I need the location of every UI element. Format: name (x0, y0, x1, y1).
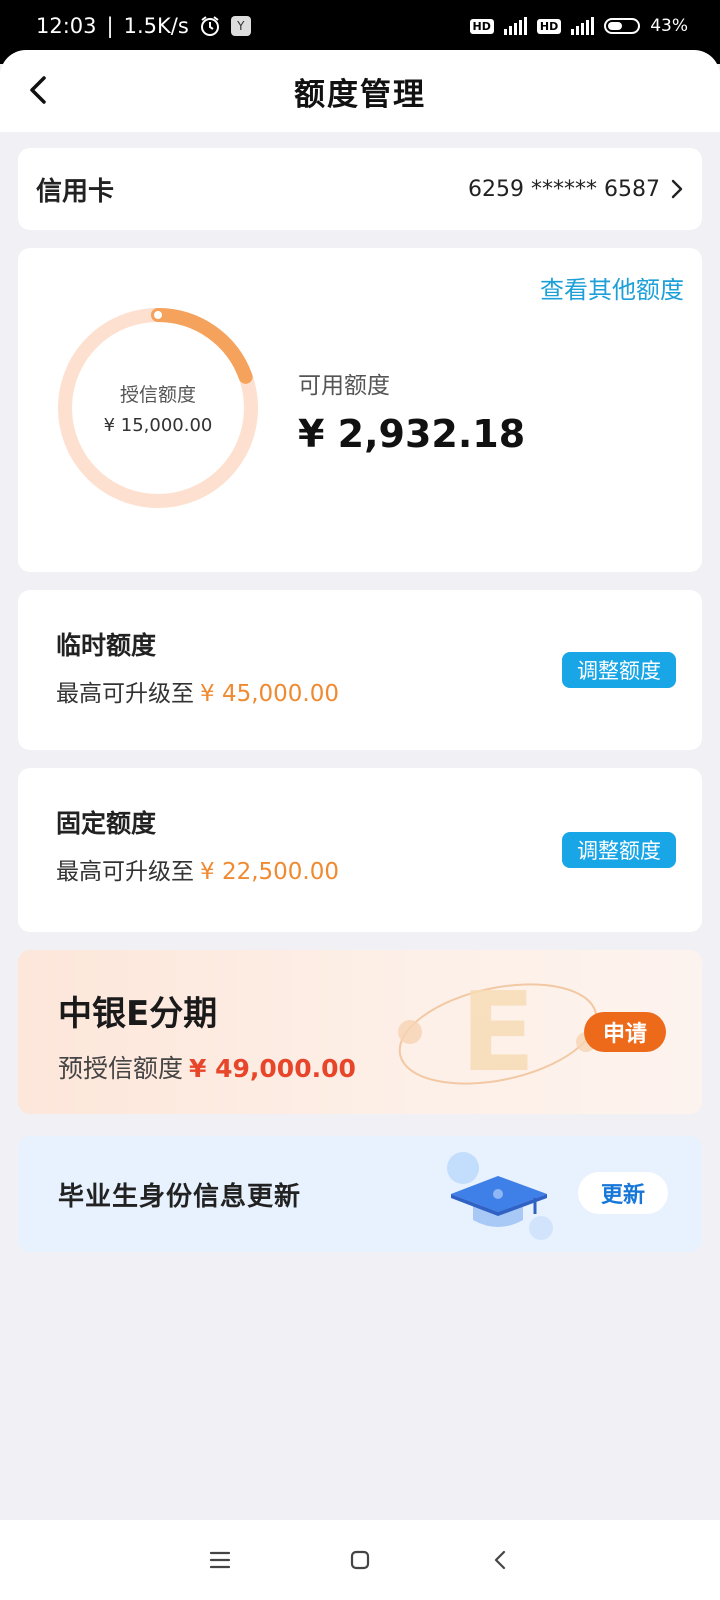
app-notification-icon: Y (230, 16, 251, 36)
hd-icon: HD (469, 18, 494, 34)
credit-limit-label: 授信额度 (119, 384, 196, 406)
quota-summary-card: 查看其他额度 授信额度 ¥ 15,000.00 可用额度 ¥ 2,932.18 (18, 248, 702, 572)
page-title: 额度管理 (294, 76, 426, 113)
ring-center: 授信额度 ¥ 15,000.00 (53, 303, 263, 513)
signal-4g-icon (571, 17, 595, 35)
alarm-icon (199, 15, 221, 37)
fixed-quota-card: 固定额度 最高可升级至 ¥ 22,500.00 调整额度 (18, 768, 702, 932)
network-speed: 1.5K/s (123, 14, 189, 38)
promo-subtitle: 预授信额度 ¥ 49,000.00 (58, 1049, 702, 1085)
graduate-update-title: 毕业生身份信息更新 (58, 1181, 302, 1212)
fixed-quota-amount: ¥ 22,500.00 (200, 859, 339, 885)
temporary-quota-card: 临时额度 最高可升级至 ¥ 45,000.00 调整额度 (18, 590, 702, 750)
home-nav-button[interactable] (338, 1538, 382, 1582)
credit-limit-value: ¥ 15,000.00 (103, 415, 213, 436)
adjust-temporary-button[interactable]: 调整额度 (562, 652, 676, 688)
graduation-cap-icon (447, 1152, 553, 1240)
update-button[interactable]: 更新 (578, 1172, 668, 1214)
card-type-label: 信用卡 (36, 176, 115, 207)
status-right: HD HD 43% (469, 16, 688, 36)
available-block: 可用额度 ¥ 2,932.18 (298, 366, 525, 456)
chevron-left-icon (30, 76, 46, 104)
available-label: 可用额度 (298, 373, 390, 399)
battery-icon (604, 18, 641, 34)
adjust-fixed-button[interactable]: 调整额度 (562, 832, 676, 868)
home-square-icon (350, 1550, 370, 1570)
apply-button[interactable]: 申请 (584, 1012, 666, 1052)
menu-icon (209, 1551, 231, 1569)
card-selector[interactable]: 信用卡 6259 ****** 6587 (18, 148, 702, 230)
status-divider: | (106, 14, 114, 38)
back-nav-button[interactable] (478, 1538, 522, 1582)
installment-promo-card[interactable]: E 中银E分期 预授信额度 ¥ 49,000.00 申请 (18, 950, 702, 1114)
page-header: 额度管理 (0, 50, 720, 132)
back-button[interactable] (18, 70, 58, 110)
card-number: 6259 ****** 6587 (468, 176, 660, 202)
promo-amount: ¥ 49,000.00 (189, 1054, 356, 1083)
system-nav-bar (0, 1520, 720, 1600)
back-triangle-icon (494, 1550, 506, 1570)
fixed-quota-prefix: 最高可升级至 (56, 859, 194, 885)
graduate-update-card[interactable]: 毕业生身份信息更新 更新 (18, 1136, 702, 1252)
status-left: 12:03 | 1.5K/s Y (36, 14, 251, 38)
signal-5g-icon (503, 17, 527, 35)
status-time: 12:03 (36, 14, 97, 38)
promo-prefix: 预授信额度 (58, 1054, 184, 1083)
hd-icon-2: HD (536, 18, 562, 34)
menu-nav-button[interactable] (198, 1538, 242, 1582)
chevron-right-icon (671, 179, 683, 199)
available-value: ¥ 2,932.18 (298, 412, 526, 456)
temporary-quota-amount: ¥ 45,000.00 (200, 681, 339, 707)
temporary-quota-prefix: 最高可升级至 (56, 681, 194, 707)
card-number-group: 6259 ****** 6587 (468, 177, 684, 202)
battery-percent: 43% (650, 16, 688, 36)
view-other-quota-link[interactable]: 查看其他额度 (540, 270, 684, 305)
